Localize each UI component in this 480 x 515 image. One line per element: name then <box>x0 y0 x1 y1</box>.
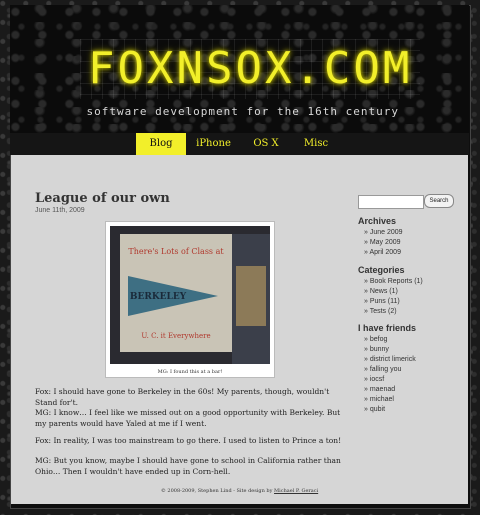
footer-copyright: © 2008-2009, Stephen Lind - Site design … <box>160 488 273 494</box>
search-input[interactable] <box>358 195 424 209</box>
friend-link[interactable]: » qubit <box>364 405 416 415</box>
category-link[interactable]: » News (1) <box>364 287 423 297</box>
post-title[interactable]: League of our own <box>35 191 170 206</box>
search-button[interactable]: Search <box>424 194 454 208</box>
category-link[interactable]: » Puns (11) <box>364 297 423 307</box>
categories-list: » Book Reports (1) » News (1) » Puns (11… <box>364 277 423 317</box>
categories-heading: Categories <box>358 265 405 275</box>
friend-link[interactable]: » michael <box>364 395 416 405</box>
friend-link[interactable]: » district limerick <box>364 355 416 365</box>
post-photo[interactable]: There's Lots of Class at BERKELEY U. C. … <box>110 226 270 364</box>
site-tagline: software development for the 16th centur… <box>86 105 399 118</box>
nav-tab-osx[interactable]: OS X <box>241 133 291 155</box>
post-paragraph: Fox: I should have gone to Berkeley in t… <box>35 387 330 407</box>
post-paragraph: MG: I know… I feel like we missed out on… <box>35 408 341 428</box>
archives-list: » June 2009 » May 2009 » April 2009 <box>364 228 403 258</box>
post-paragraph: MG: But you know, maybe I should have go… <box>35 456 341 476</box>
friend-link[interactable]: » befog <box>364 335 416 345</box>
content-area: League of our own June 11th, 2009 There'… <box>11 155 468 504</box>
friends-heading: I have friends <box>358 323 417 333</box>
footer-designer-link[interactable]: Michael P. Geraci <box>274 488 318 494</box>
sign-text-bottom: U. C. it Everywhere <box>141 332 210 340</box>
category-link[interactable]: » Book Reports (1) <box>364 277 423 287</box>
friends-list: » befog » bunny » district limerick » fa… <box>364 335 416 415</box>
nav-tab-iphone[interactable]: iPhone <box>186 133 241 155</box>
archives-heading: Archives <box>358 216 397 226</box>
pennant-text: BERKELEY <box>130 292 187 302</box>
photo-caption: MG: I found this at a bar! <box>157 369 223 375</box>
site-header: FOXNSOX.COM software development for the… <box>10 5 469 133</box>
friend-link[interactable]: » bunny <box>364 345 416 355</box>
category-link[interactable]: » Tests (2) <box>364 307 423 317</box>
post-date: June 11th, 2009 <box>35 207 85 214</box>
berkeley-sign-image: There's Lots of Class at BERKELEY U. C. … <box>110 226 270 364</box>
archive-link[interactable]: » May 2009 <box>364 238 403 248</box>
main-nav: Blog iPhone OS X Misc <box>10 133 469 155</box>
nav-tab-misc[interactable]: Misc <box>291 133 341 155</box>
archive-link[interactable]: » April 2009 <box>364 248 403 258</box>
site-logo[interactable]: FOXNSOX.COM <box>88 47 412 91</box>
nav-tab-blog[interactable]: Blog <box>136 133 186 155</box>
post-paragraph: Fox: In reality, I was too mainstream to… <box>35 436 342 445</box>
sign-text-top: There's Lots of Class at <box>128 247 224 256</box>
post-photo-frame: There's Lots of Class at BERKELEY U. C. … <box>105 221 275 378</box>
friend-link[interactable]: » iocsf <box>364 375 416 385</box>
friend-link[interactable]: » maenad <box>364 385 416 395</box>
archive-link[interactable]: » June 2009 <box>364 228 403 238</box>
site-footer: © 2008-2009, Stephen Lind - Site design … <box>11 488 468 494</box>
friend-link[interactable]: » falling you <box>364 365 416 375</box>
